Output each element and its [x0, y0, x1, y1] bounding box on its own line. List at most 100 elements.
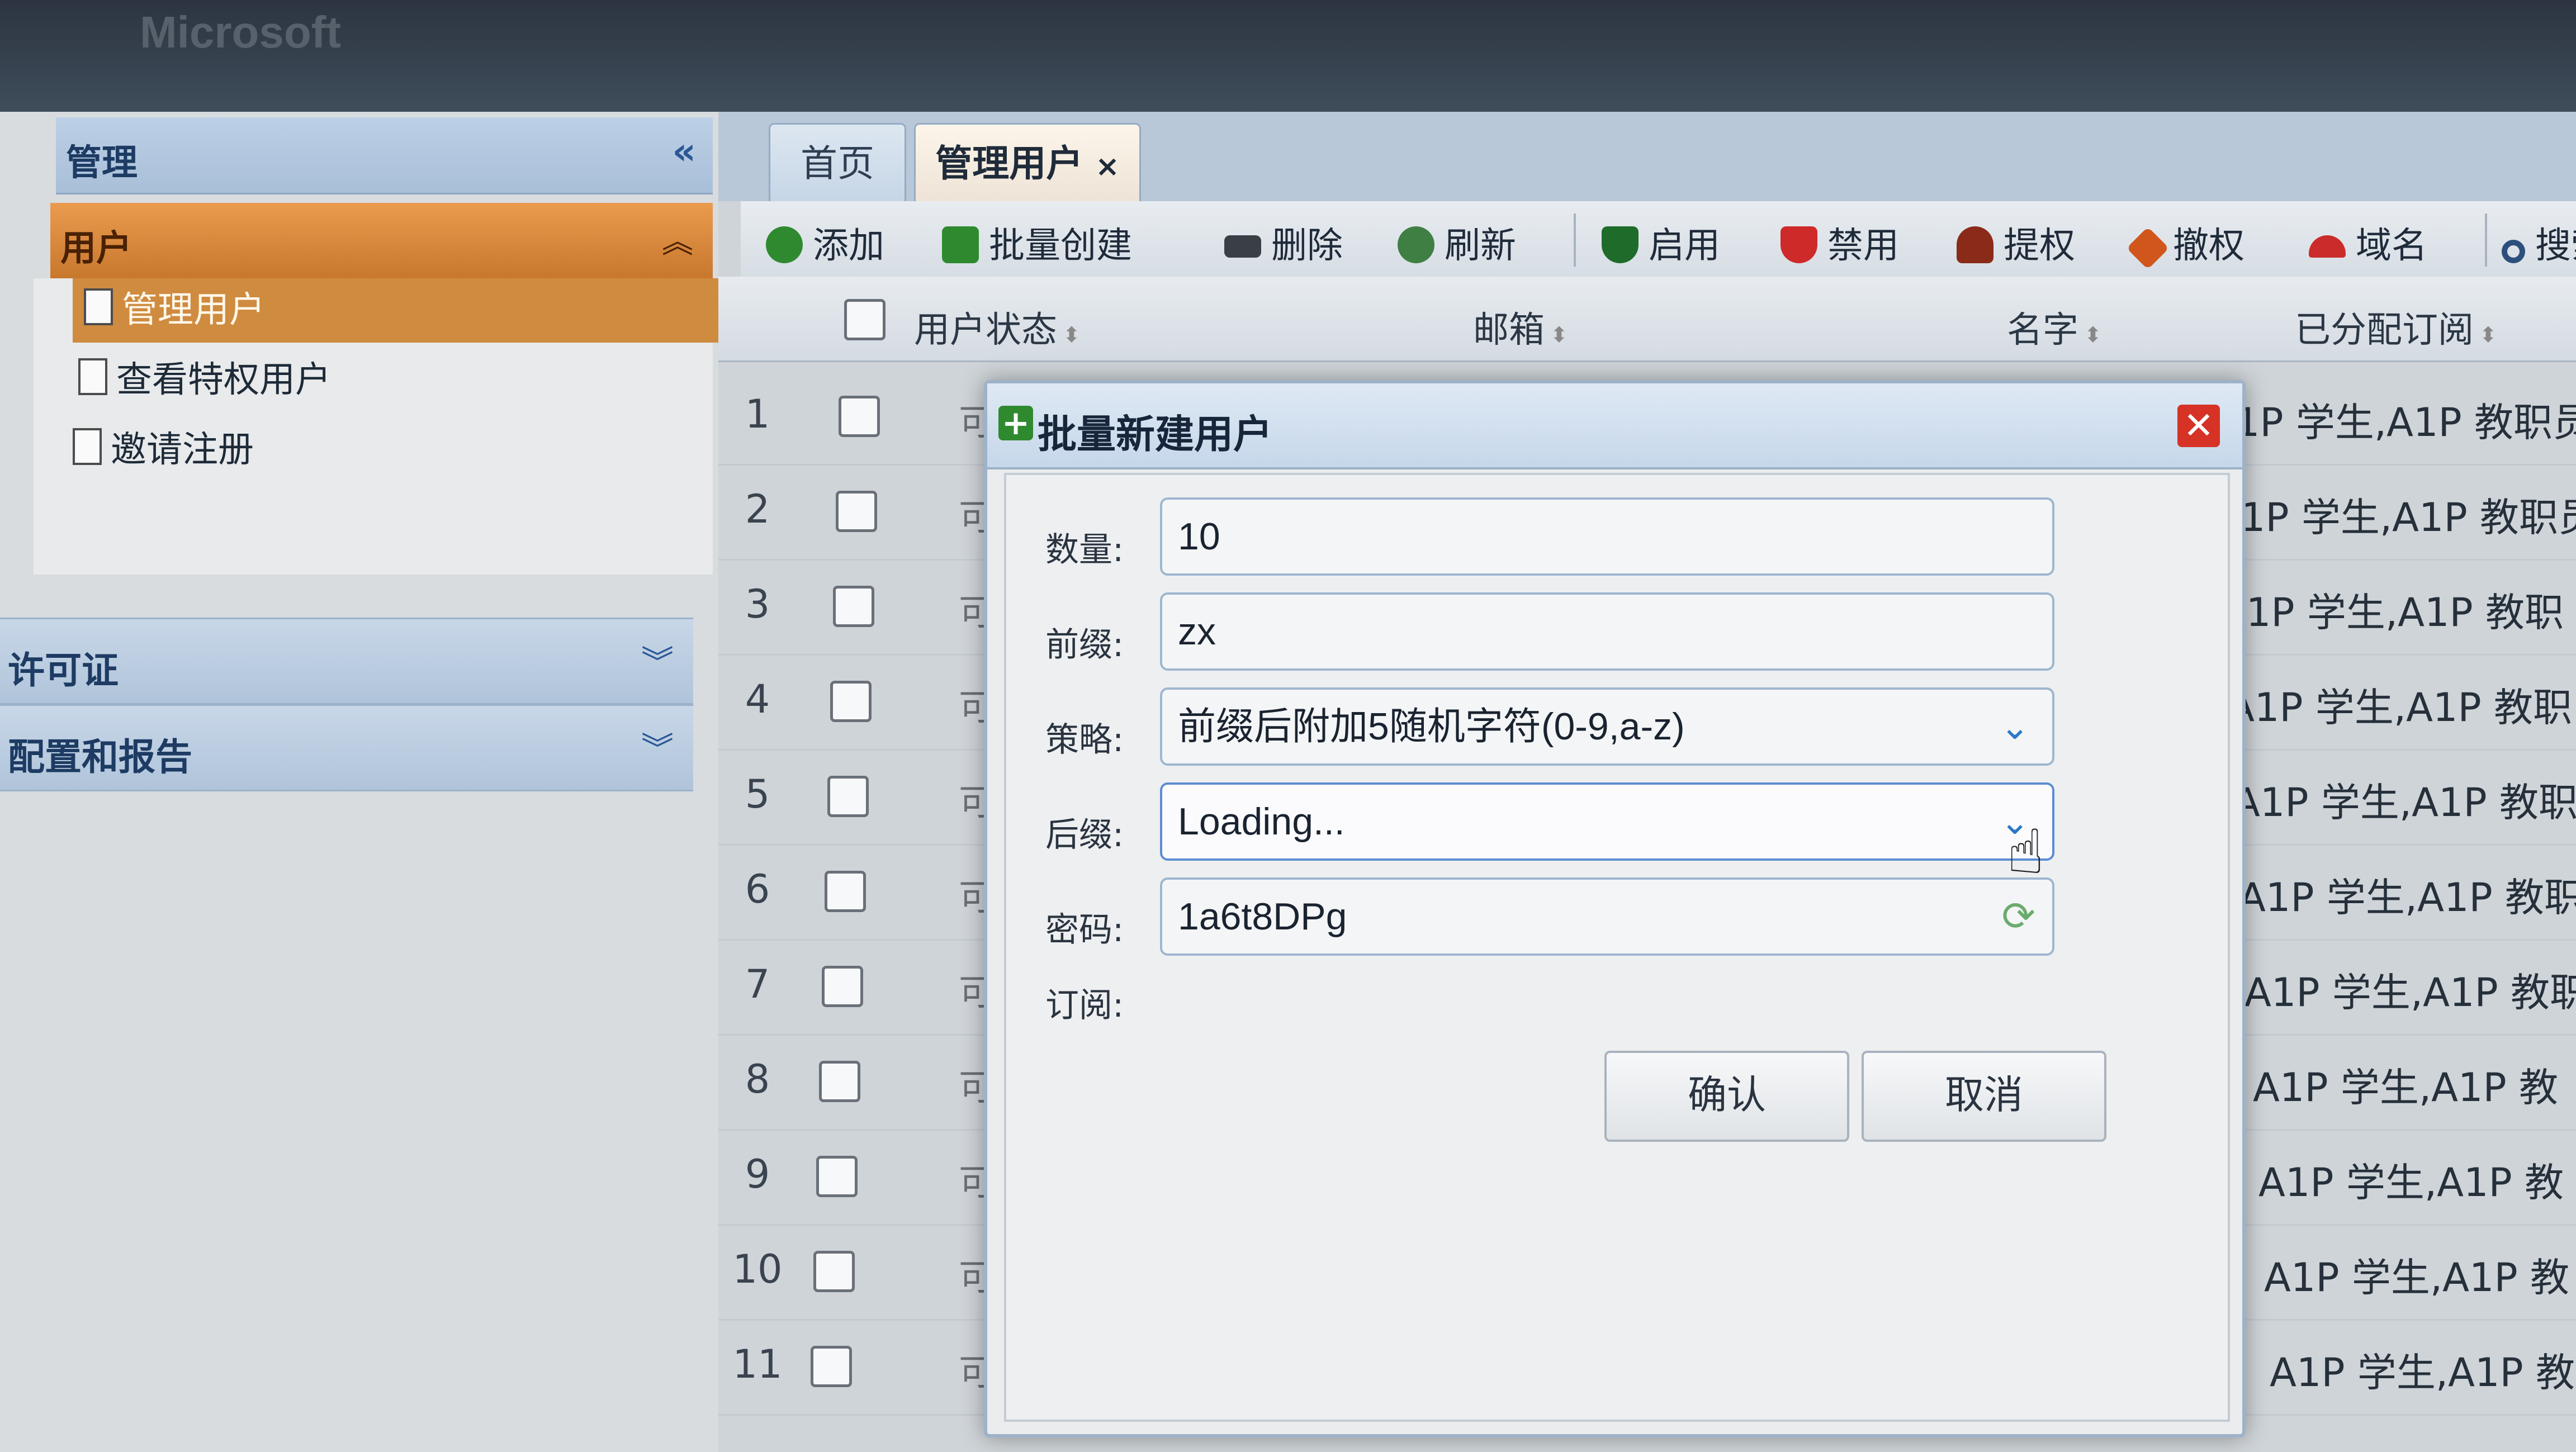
sidebar-item-manage-users[interactable]: 管理用户 — [73, 278, 724, 343]
sidebar-header-label: 管理 — [66, 143, 138, 184]
delete-button[interactable]: 删除 — [1224, 217, 1343, 268]
column-label: 已分配订阅 — [2295, 310, 2474, 351]
row-checkbox[interactable] — [822, 966, 863, 1007]
toolbar-divider — [1574, 213, 1576, 267]
row-subscriptions: A1P 学生,A1P 教职 — [2219, 590, 2564, 635]
chevron-down-icon[interactable]: ⌄ — [2000, 690, 2030, 763]
column-header-name[interactable]: 名字 ⬍ — [2007, 301, 2102, 353]
sort-icon: ⬍ — [1550, 322, 1568, 347]
row-number: 8 — [745, 1056, 770, 1102]
accordion-label: 配置和报告 — [8, 736, 192, 779]
sidebar-item-invite-register[interactable]: 邀请注册 — [67, 418, 254, 482]
chevron-up-icon[interactable]: ︽ — [662, 217, 693, 262]
button-label: 禁用 — [1827, 225, 1899, 267]
prefix-label: 前缀: — [1045, 625, 1124, 665]
regenerate-password-icon[interactable]: ⟳ — [2002, 880, 2035, 953]
collapse-sidebar-icon[interactable]: « — [672, 130, 696, 173]
row-checkbox[interactable] — [816, 1156, 858, 1197]
password-label: 密码: — [1045, 910, 1124, 950]
document-icon — [78, 358, 107, 395]
toolbar: 添加 批量创建 删除 刷新 启用 禁用 提权 撤权 域名 搜索 — [741, 201, 2576, 278]
row-checkbox[interactable] — [833, 586, 874, 627]
column-label: 名字 — [2007, 310, 2078, 351]
revoke-icon — [2126, 226, 2170, 270]
prefix-input[interactable]: zx — [1160, 592, 2054, 671]
row-subscriptions: A1P 学生,A1P 教 — [2258, 1160, 2564, 1206]
strategy-select[interactable]: 前缀后附加5随机字符(0-9,a-z) ⌄ — [1160, 687, 2054, 766]
add-button[interactable]: 添加 — [766, 217, 884, 268]
row-number: 3 — [745, 581, 770, 627]
password-value: 1a6t8DPg — [1178, 895, 1347, 938]
close-tab-icon[interactable]: × — [1095, 150, 1120, 183]
sidebar-items: 管理用户 查看特权用户 邀请注册 — [34, 278, 724, 575]
add-icon — [766, 226, 803, 263]
row-number: 10 — [732, 1246, 783, 1292]
disable-button[interactable]: 禁用 — [1781, 217, 1899, 268]
confirm-button[interactable]: 确认 — [1604, 1051, 1849, 1142]
document-icon — [73, 428, 102, 465]
suffix-label: 后缀: — [1045, 815, 1124, 855]
row-number: 4 — [745, 676, 770, 722]
domain-button[interactable]: 域名 — [2309, 217, 2427, 268]
sidebar-accordion-config-reports[interactable]: 配置和报告 ︾ — [0, 704, 693, 791]
row-checkbox[interactable] — [827, 776, 869, 817]
accordion-label: 许可证 — [8, 649, 119, 692]
sidebar-item-label: 查看特权用户 — [116, 359, 331, 401]
row-checkbox[interactable] — [813, 1251, 855, 1292]
tab-label: 首页 — [801, 142, 874, 185]
button-label: 提权 — [2004, 225, 2075, 267]
window-titlebar: Microsoft — [0, 0, 2576, 112]
cloud-icon — [2309, 235, 2346, 258]
sidebar-section-users[interactable]: 用户 ︽ — [50, 203, 713, 278]
column-header-email[interactable]: 邮箱 ⬍ — [1473, 301, 1568, 353]
tab-manage-users[interactable]: 管理用户 × — [914, 123, 1141, 203]
sidebar-item-privileged-users[interactable]: 查看特权用户 — [73, 348, 331, 412]
search-icon — [2502, 240, 2525, 263]
row-checkbox[interactable] — [819, 1061, 860, 1102]
button-label: 域名 — [2356, 225, 2427, 267]
close-dialog-button[interactable]: ✕ — [2177, 405, 2220, 447]
cancel-button[interactable]: 取消 — [1862, 1051, 2106, 1142]
sort-icon: ⬍ — [2479, 322, 2497, 347]
row-number: 5 — [745, 771, 770, 817]
subscription-label: 订阅: — [1045, 986, 1124, 1025]
tab-bar: 首页 管理用户 × — [718, 112, 2576, 203]
row-checkbox[interactable] — [830, 681, 872, 722]
revoke-button[interactable]: 撤权 — [2126, 217, 2244, 270]
dialog-title: 批量新建用户 — [1038, 411, 1272, 457]
chevron-down-icon: ︾ — [641, 730, 674, 768]
sidebar-section-label: 用户 — [60, 228, 132, 269]
document-icon — [84, 288, 113, 325]
tab-label: 管理用户 — [935, 142, 1083, 185]
tab-home[interactable]: 首页 — [769, 123, 906, 203]
row-checkbox[interactable] — [811, 1346, 852, 1387]
enable-button[interactable]: 启用 — [1602, 217, 1720, 268]
suffix-select[interactable]: Loading... ⌄ — [1160, 782, 2054, 861]
row-subscriptions: A1P 学生,A1P 教职员 — [2208, 400, 2576, 445]
count-label: 数量: — [1045, 530, 1124, 570]
column-header-status[interactable]: 用户状态 ⬍ — [914, 301, 1081, 353]
sidebar-accordion-license[interactable]: 许可证 ︾ — [0, 618, 693, 705]
column-label: 邮箱 — [1473, 310, 1545, 351]
column-label: 用户状态 — [914, 310, 1057, 351]
select-all-checkbox[interactable] — [844, 299, 886, 340]
row-checkbox[interactable] — [839, 396, 880, 437]
refresh-button[interactable]: 刷新 — [1398, 217, 1516, 268]
column-header-subscriptions[interactable]: 已分配订阅 ⬍ — [2295, 301, 2497, 353]
sort-icon: ⬍ — [2084, 322, 2102, 347]
password-input[interactable]: 1a6t8DPg ⟳ — [1160, 877, 2054, 956]
sort-icon: ⬍ — [1063, 322, 1081, 347]
row-checkbox[interactable] — [825, 871, 866, 912]
strategy-label: 策略: — [1045, 720, 1124, 760]
row-subscriptions: A1P 学生,A1P 教职 — [2233, 780, 2576, 825]
batch-create-button[interactable]: 批量创建 — [942, 217, 1132, 268]
count-input[interactable]: 10 — [1160, 497, 2054, 576]
search-button[interactable]: 搜索 — [2502, 217, 2576, 268]
row-subscriptions: A1P 学生,A1P 教 — [2270, 1350, 2575, 1396]
elevate-button[interactable]: 提权 — [1957, 217, 2075, 268]
sidebar-header: 管理 « — [56, 117, 713, 194]
row-checkbox[interactable] — [836, 491, 877, 532]
row-subscriptions: A1P 学生,A1P 教 — [2253, 1065, 2559, 1111]
row-number: 7 — [745, 961, 770, 1007]
row-number: 6 — [745, 866, 770, 912]
